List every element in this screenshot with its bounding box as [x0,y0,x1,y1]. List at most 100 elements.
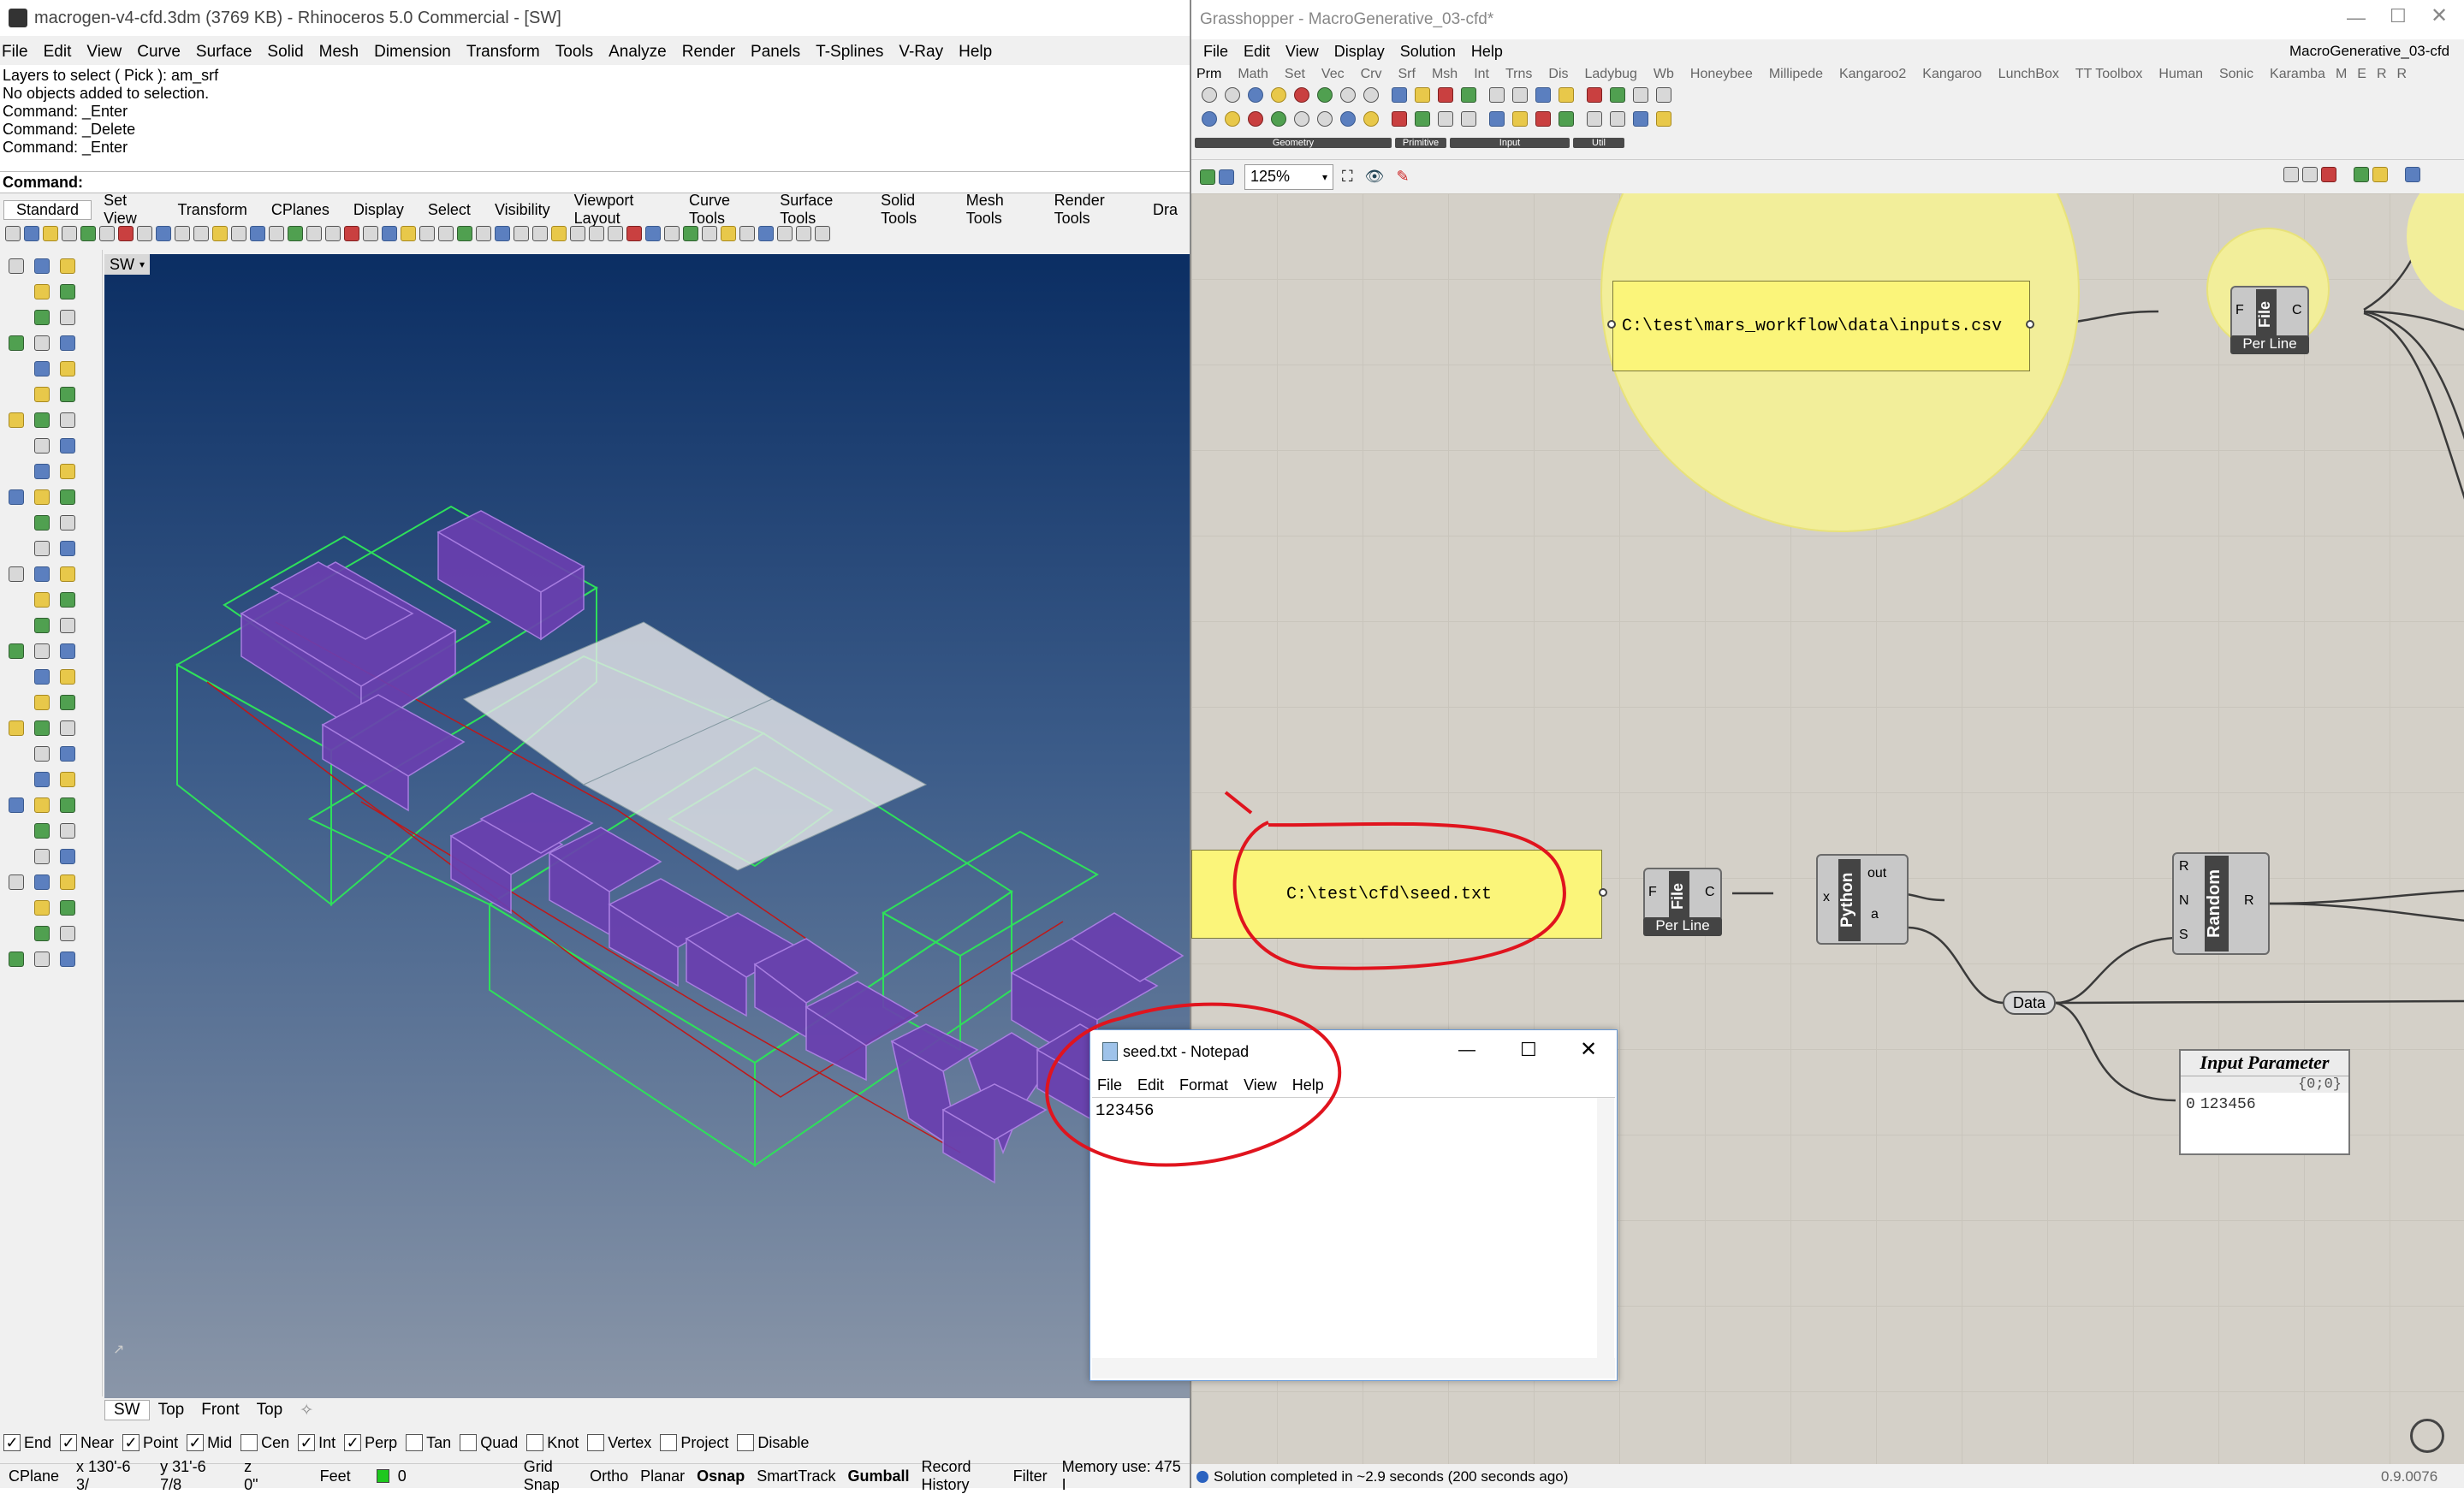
component-icon[interactable] [1202,111,1217,127]
tool-icon[interactable] [60,489,75,505]
gh-tab-prm[interactable]: Prm [1196,67,1221,82]
tool-icon[interactable] [34,258,50,274]
gh-tab-srf[interactable]: Srf [1398,67,1416,82]
gh-tab-r[interactable]: R [2397,67,2408,82]
tool-icon[interactable] [60,849,75,864]
toolbar-icon[interactable] [608,226,623,241]
component-icon[interactable] [1271,87,1286,103]
tool-icon[interactable] [34,335,50,351]
tool-icon[interactable] [60,720,75,736]
menu-edit[interactable]: Edit [44,43,72,62]
tool-icon[interactable] [9,874,24,890]
component-icon[interactable] [1317,87,1333,103]
gh-menu-help[interactable]: Help [1471,43,1503,61]
component-icon[interactable] [1610,87,1625,103]
osnap-end[interactable]: ✓ End [3,1434,51,1452]
toggle-smarttrack[interactable]: SmartTrack [751,1467,841,1485]
toolbar-icon[interactable] [250,226,265,241]
component-icon[interactable] [1535,87,1551,103]
toolbar-icon[interactable] [683,226,698,241]
tab-mesh-tools[interactable]: Mesh Tools [954,192,1042,228]
vertical-scrollbar[interactable] [1597,1098,1614,1359]
minimize-icon[interactable]: — [2347,7,2366,29]
menu-surface[interactable]: Surface [196,43,252,62]
gh-tab-crv[interactable]: Crv [1361,67,1382,82]
gh-menu-file[interactable]: File [1203,43,1228,61]
tool-icon[interactable] [60,592,75,608]
component-icon[interactable] [1248,87,1263,103]
toolbar-icon[interactable] [457,226,472,241]
gh-tab-honeybee[interactable]: Honeybee [1690,67,1753,82]
osnap-checkbox[interactable]: ✓ [60,1434,78,1451]
toolbar-icon[interactable] [476,226,491,241]
osnap-checkbox[interactable] [406,1434,424,1451]
gh-tab-karamba[interactable]: Karamba [2270,67,2325,82]
osnap-mid[interactable]: ✓ Mid [187,1434,232,1452]
viewport-tab-top[interactable]: Top [150,1401,193,1420]
toggle-planar[interactable]: Planar [634,1467,691,1485]
tool-icon[interactable] [34,284,50,299]
toolbar-icon[interactable] [175,226,190,241]
osnap-checkbox[interactable]: ✓ [122,1434,140,1451]
tool-icon[interactable] [34,720,50,736]
toolbar-icon[interactable] [118,226,134,241]
osnap-tan[interactable]: Tan [406,1434,451,1452]
tool-icon[interactable] [9,643,24,659]
toolbar-icon[interactable] [212,226,228,241]
toolbar-icon[interactable] [363,226,378,241]
component-icon[interactable] [1294,87,1309,103]
toolbar-icon[interactable] [231,226,246,241]
tab-display[interactable]: Display [341,201,416,219]
tool-icon[interactable] [34,310,50,325]
toolbar-icon[interactable] [570,226,585,241]
gh-tab-trns[interactable]: Trns [1505,67,1532,82]
viewport-tab-front[interactable]: Front [193,1401,247,1420]
tool-icon[interactable] [60,361,75,376]
tool-icon[interactable] [34,900,50,916]
tool-icon[interactable] [60,515,75,531]
toolbar-icon[interactable] [739,226,755,241]
toolbar-icon[interactable] [99,226,115,241]
toolbar-icon[interactable] [401,226,416,241]
tool-icon[interactable] [34,618,50,633]
open-file-icon[interactable] [1200,169,1215,185]
osnap-point[interactable]: ✓ Point [122,1434,178,1452]
toolbar-icon[interactable] [325,226,341,241]
gh-tab-sonic[interactable]: Sonic [2219,67,2253,82]
osnap-checkbox[interactable] [460,1434,478,1451]
gh-tab-kangaroo[interactable]: Kangaroo [1922,67,1981,82]
gh-tab-math[interactable]: Math [1238,67,1268,82]
menu-view[interactable]: View [86,43,122,62]
menu-tools[interactable]: Tools [555,43,593,62]
refresh-icon[interactable] [2410,1419,2444,1453]
component-icon[interactable] [1415,111,1430,127]
menu-file[interactable]: File [2,43,28,62]
tool-icon[interactable] [60,797,75,813]
toolbar-icon[interactable] [645,226,661,241]
toolbar-icon[interactable] [419,226,435,241]
gh-tab-lunchbox[interactable]: LunchBox [1998,67,2059,82]
toolbar-icon[interactable] [5,226,21,241]
osnap-checkbox[interactable] [587,1434,605,1451]
tool-icon[interactable] [34,669,50,685]
sketch-pen-icon[interactable]: ✎ [1396,168,1409,186]
menu-solid[interactable]: Solid [267,43,303,62]
zoom-select[interactable]: 125% ▾ [1244,163,1333,190]
component-icon[interactable] [1461,87,1476,103]
toolbar-icon[interactable] [344,226,359,241]
gh-tab-r[interactable]: R [2377,67,2387,82]
component-icon[interactable] [1633,87,1648,103]
tool-icon[interactable] [9,489,24,505]
tab-dra[interactable]: Dra [1141,201,1190,219]
command-line[interactable]: Command: [0,171,1190,193]
component-icon[interactable] [1340,111,1356,127]
component-icon[interactable] [1656,87,1671,103]
toolbar-icon[interactable] [514,226,529,241]
toolbar-icon[interactable] [382,226,397,241]
toolbar-icon[interactable] [269,226,284,241]
component-icon[interactable] [1656,111,1671,127]
gh-tab-wb[interactable]: Wb [1654,67,1674,82]
tool-icon[interactable] [34,772,50,787]
tool-icon[interactable] [60,926,75,941]
zoom-extents-icon[interactable]: ⛶ [1342,168,1353,186]
